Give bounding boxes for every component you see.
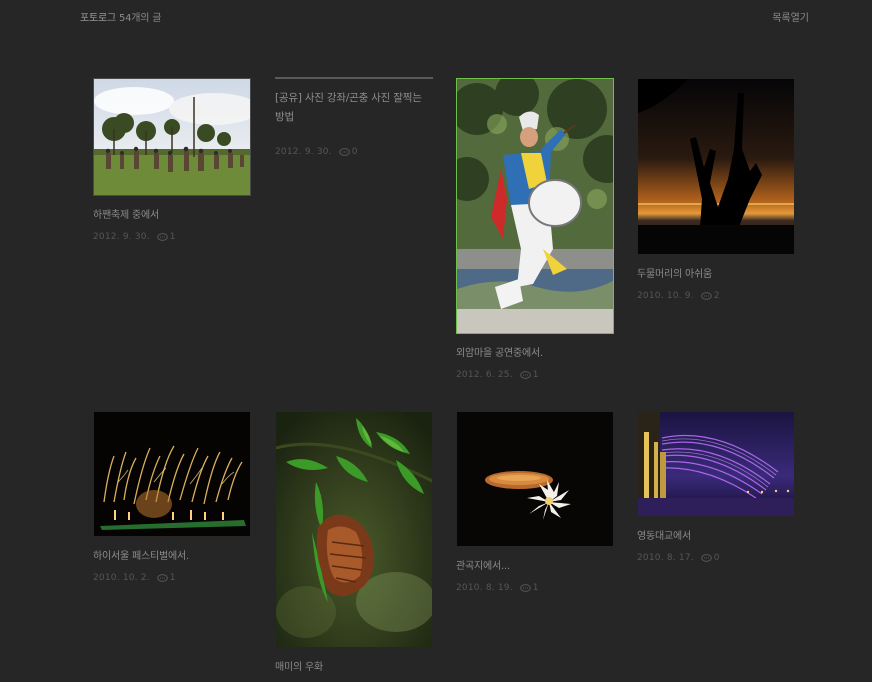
cicada-photo [276, 412, 432, 647]
comment-link[interactable]: 1 [156, 573, 176, 583]
post-date: 2010. 8. 17. [637, 553, 694, 563]
post-date: 2012. 9. 30. [93, 232, 150, 242]
festival-photo [94, 79, 250, 195]
post-card: 영동대교에서 2010. 8. 17. 0 [637, 411, 795, 563]
post-card: 외암마을 공연중에서. 2012. 6. 25. 1 [456, 78, 614, 380]
post-thumbnail[interactable] [93, 411, 251, 537]
comment-count: 0 [713, 553, 720, 563]
fireworks-photo [94, 412, 250, 536]
post-title[interactable]: [공유] 사진 강좌/곤충 사진 잘찍는 방법 [275, 89, 433, 127]
comment-icon [519, 370, 531, 379]
sunset-tree-photo [638, 79, 794, 254]
post-meta: 2010. 10. 9. 2 [637, 291, 795, 301]
post-meta: 2010. 8. 17. 0 [637, 553, 795, 563]
comment-icon [156, 573, 168, 582]
comment-link[interactable]: 0 [700, 553, 720, 563]
post-card: 두물머리의 아쉬움 2010. 10. 9. 2 [637, 78, 795, 301]
post-title[interactable]: 매미의 우화 [275, 660, 433, 675]
post-date: 2010. 10. 2. [93, 573, 150, 583]
comment-icon [338, 147, 350, 156]
post-thumbnail[interactable] [275, 411, 433, 648]
blog-name[interactable]: 포토로그 [80, 13, 116, 24]
comment-icon [700, 553, 712, 562]
post-date: 2010. 8. 19. [456, 583, 513, 593]
post-meta: 2012. 6. 25. 1 [456, 370, 614, 380]
post-title[interactable]: 하짼축제 중에서 [93, 208, 251, 223]
post-meta: 2012. 9. 30. 1 [93, 232, 251, 242]
lotus-photo [457, 412, 613, 546]
post-thumbnail[interactable] [93, 78, 251, 196]
comment-icon [156, 232, 168, 241]
post-card: 하짼축제 중에서 2012. 9. 30. 1 [93, 78, 251, 242]
post-card: [공유] 사진 강좌/곤충 사진 잘찍는 방법 2012. 9. 30. 0 [275, 77, 433, 157]
post-date: 2012. 9. 30. [275, 147, 332, 157]
comment-icon [519, 583, 531, 592]
post-thumbnail[interactable] [637, 78, 795, 255]
comment-link[interactable]: 1 [519, 583, 539, 593]
comment-link[interactable]: 1 [519, 370, 539, 380]
post-title[interactable]: 두물머리의 아쉬움 [637, 267, 795, 282]
comment-count: 2 [713, 291, 720, 301]
blog-info: 포토로그 54개의 글 [80, 9, 161, 24]
post-title[interactable]: 하이서울 페스티벌에서. [93, 549, 251, 564]
post-thumbnail[interactable] [456, 411, 614, 547]
comment-count: 1 [169, 232, 176, 242]
comment-count: 0 [351, 147, 358, 157]
post-meta: 2010. 10. 2. 1 [93, 573, 251, 583]
post-thumbnail[interactable] [637, 411, 795, 517]
comment-count: 1 [532, 583, 539, 593]
post-date: 2012. 6. 25. [456, 370, 513, 380]
comment-count: 1 [169, 573, 176, 583]
post-card: 매미의 우화 [275, 411, 433, 675]
comment-link[interactable]: 1 [156, 232, 176, 242]
comment-link[interactable]: 2 [700, 291, 720, 301]
post-title[interactable]: 영동대교에서 [637, 529, 795, 544]
comment-icon [700, 291, 712, 300]
post-date: 2010. 10. 9. [637, 291, 694, 301]
post-meta: 2012. 9. 30. 0 [275, 147, 433, 157]
post-meta: 2010. 8. 19. 1 [456, 583, 614, 593]
top-bar: 포토로그 54개의 글 목록열기 [0, 0, 872, 34]
drum-dancer-photo [457, 79, 613, 333]
post-title[interactable]: 관곡지에서... [456, 559, 614, 574]
comment-count: 1 [532, 370, 539, 380]
post-thumbnail[interactable] [456, 78, 614, 334]
post-count: 54개의 글 [118, 13, 162, 24]
bridge-fountain-photo [638, 412, 794, 516]
list-toggle-button[interactable]: 목록열기 [772, 9, 809, 24]
comment-link[interactable]: 0 [338, 147, 358, 157]
post-card: 하이서울 페스티벌에서. 2010. 10. 2. 1 [93, 411, 251, 583]
post-title[interactable]: 외암마을 공연중에서. [456, 346, 614, 361]
post-card: 관곡지에서... 2010. 8. 19. 1 [456, 411, 614, 593]
